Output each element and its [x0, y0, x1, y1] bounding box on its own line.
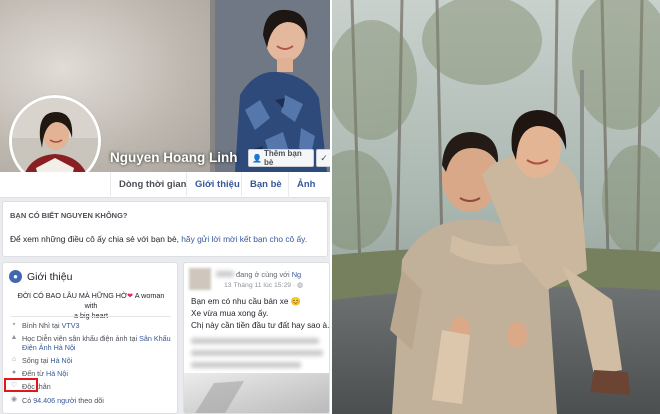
followers-link[interactable]: 94.406 người	[33, 396, 76, 405]
tab-friends[interactable]: Bạn bè	[241, 172, 290, 198]
intro-item-education: ▲ Học Diễn viên sân khấu điện ảnh tại Sâ…	[10, 334, 171, 352]
tab-about[interactable]: Giới thiệu	[186, 172, 248, 198]
work-prefix: Bình Nhì tại	[22, 321, 62, 330]
education-prefix: Học Diễn viên sân khấu điện ảnh tại	[22, 334, 140, 343]
profile-tabs: Dòng thời gian Giới thiệu Bạn bè Ảnh	[0, 172, 330, 198]
lives-link[interactable]: Hà Nội	[50, 356, 72, 365]
follower-icon: ◉	[10, 396, 18, 403]
post-line-1: Bạn em có nhu cầu bán xe 😊	[191, 297, 301, 306]
profile-name[interactable]: Nguyen Hoang Linh	[110, 150, 238, 165]
cover-person-photo	[215, 0, 330, 172]
followers-suffix: theo dõi	[76, 396, 104, 405]
post-line-3: Chị này cần tiền đầu tư đất hay sao à. H…	[191, 321, 330, 330]
post-line-2: Xe vừa mua xong ấy.	[191, 309, 269, 318]
education-link-line2[interactable]: Điện Ảnh Hà Nội	[22, 343, 76, 352]
know-card-text-prefix: Để xem những điều cô ấy chia sẻ với bạn …	[10, 234, 182, 244]
send-friend-request-link[interactable]: hãy gửi lời mời kết bạn cho cô ấy.	[181, 234, 307, 244]
know-person-card: BẠN CÓ BIẾT NGUYEN KHÔNG? Để xem những đ…	[2, 201, 328, 257]
post-author-avatar[interactable]	[189, 268, 211, 290]
home-icon: ⌂	[11, 356, 17, 363]
bio-line1: ĐỜI CÓ BAO LÂU MÀ HỮNG HỜ	[17, 291, 128, 300]
blurred-text-1	[191, 338, 319, 344]
tab-timeline[interactable]: Dòng thời gian	[110, 172, 194, 198]
post-tagged-link[interactable]: Ng	[292, 270, 301, 279]
from-prefix: Đến từ	[22, 369, 46, 378]
from-link[interactable]: Hà Nội	[46, 369, 68, 378]
intro-item-from: ● Đến từ Hà Nội	[10, 369, 68, 378]
facebook-profile-panel: Nguyen Hoang Linh 👤 Thêm bạn bè ✓ Dòng t…	[0, 0, 330, 414]
add-friend-label: Thêm bạn bè	[263, 149, 302, 167]
post-timestamp[interactable]: 13 Tháng 11 lúc 15:29 · ◍	[224, 281, 303, 289]
intro-item-work: ▪ Bình Nhì tại VTV3	[10, 321, 80, 330]
globe-icon: ●	[9, 270, 22, 283]
blurred-author-name	[216, 271, 234, 277]
intro-divider	[11, 316, 171, 317]
lives-prefix: Sống tại	[22, 356, 51, 365]
intro-item-followers: ◉ Có 94.406 người theo dõi	[10, 396, 104, 405]
post-header-text: đang ở cùng với	[236, 270, 292, 279]
know-card-text: Để xem những điều cô ấy chia sẻ với bạn …	[10, 234, 307, 244]
followers-prefix: Có	[22, 396, 34, 405]
globe-small-icon: ◍	[297, 282, 303, 289]
work-link[interactable]: VTV3	[62, 321, 80, 330]
couple-photo-illustration	[332, 0, 660, 414]
add-friend-icon: 👤	[252, 153, 262, 163]
intro-item-lives: ⌂ Sống tại Hà Nội	[10, 356, 72, 365]
know-card-title: BẠN CÓ BIẾT NGUYEN KHÔNG?	[10, 211, 128, 220]
post-image[interactable]	[184, 373, 330, 414]
location-pin-icon: ●	[11, 369, 17, 376]
post-header: đang ở cùng với Ng	[236, 270, 301, 279]
blurred-text-2	[191, 350, 323, 356]
blurred-text-3	[191, 362, 301, 368]
intro-title: Giới thiệu	[27, 270, 73, 283]
graduation-cap-icon: ▲	[10, 334, 18, 341]
briefcase-icon: ▪	[12, 321, 16, 328]
relationship-highlight-box	[4, 378, 38, 392]
add-friend-button[interactable]: 👤 Thêm bạn bè	[248, 149, 314, 167]
post-card: đang ở cùng với Ng 13 Tháng 11 lúc 15:29…	[183, 262, 330, 414]
follow-check-button[interactable]: ✓	[316, 149, 330, 167]
intro-header: ● Giới thiệu	[9, 270, 72, 283]
couple-photo	[332, 0, 660, 414]
post-time-text: 13 Tháng 11 lúc 15:29 ·	[224, 282, 298, 289]
education-link[interactable]: Sân Khấu	[139, 334, 171, 343]
tab-photos[interactable]: Ảnh	[288, 172, 323, 198]
